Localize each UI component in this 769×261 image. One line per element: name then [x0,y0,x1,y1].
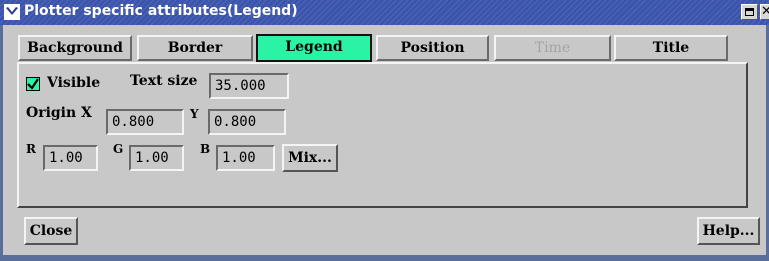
origin-y-field[interactable]: 0.800 [208,109,286,135]
origin-x-label: Origin X [26,105,92,121]
mix-button[interactable]: Mix... [282,144,338,172]
red-label: R [26,142,36,156]
visible-label: Visible [47,75,101,91]
tab-legend[interactable]: Legend [256,34,372,62]
tab-border[interactable]: Border [137,35,253,61]
blue-field[interactable]: 1.00 [216,145,275,171]
tab-title[interactable]: Title [614,35,728,61]
blue-label: B [200,142,211,156]
origin-y-label: Y [190,107,199,121]
window-bottom-border [0,255,769,261]
red-field[interactable]: 1.00 [43,145,98,171]
window-title: Plotter specific attributes(Legend) [24,3,298,19]
close-icon[interactable]: ✕ [760,4,769,20]
legend-panel [17,62,748,208]
visible-checkbox[interactable] [26,77,40,91]
green-label: G [113,142,124,156]
tab-position[interactable]: Position [376,35,489,61]
title-bar[interactable]: Plotter specific attributes(Legend) ✕ [0,0,769,25]
close-button[interactable]: Close [24,217,78,245]
text-size-field[interactable]: 35.000 [209,73,289,99]
text-size-label: Text size [130,73,198,89]
origin-x-field[interactable]: 0.800 [106,109,184,135]
green-field[interactable]: 1.00 [129,145,184,171]
tab-background[interactable]: Background [18,35,132,61]
chevron-down-icon[interactable] [4,4,20,20]
maximize-icon[interactable] [741,4,758,20]
help-button[interactable]: Help... [697,217,760,245]
tab-time: Time [494,35,611,61]
